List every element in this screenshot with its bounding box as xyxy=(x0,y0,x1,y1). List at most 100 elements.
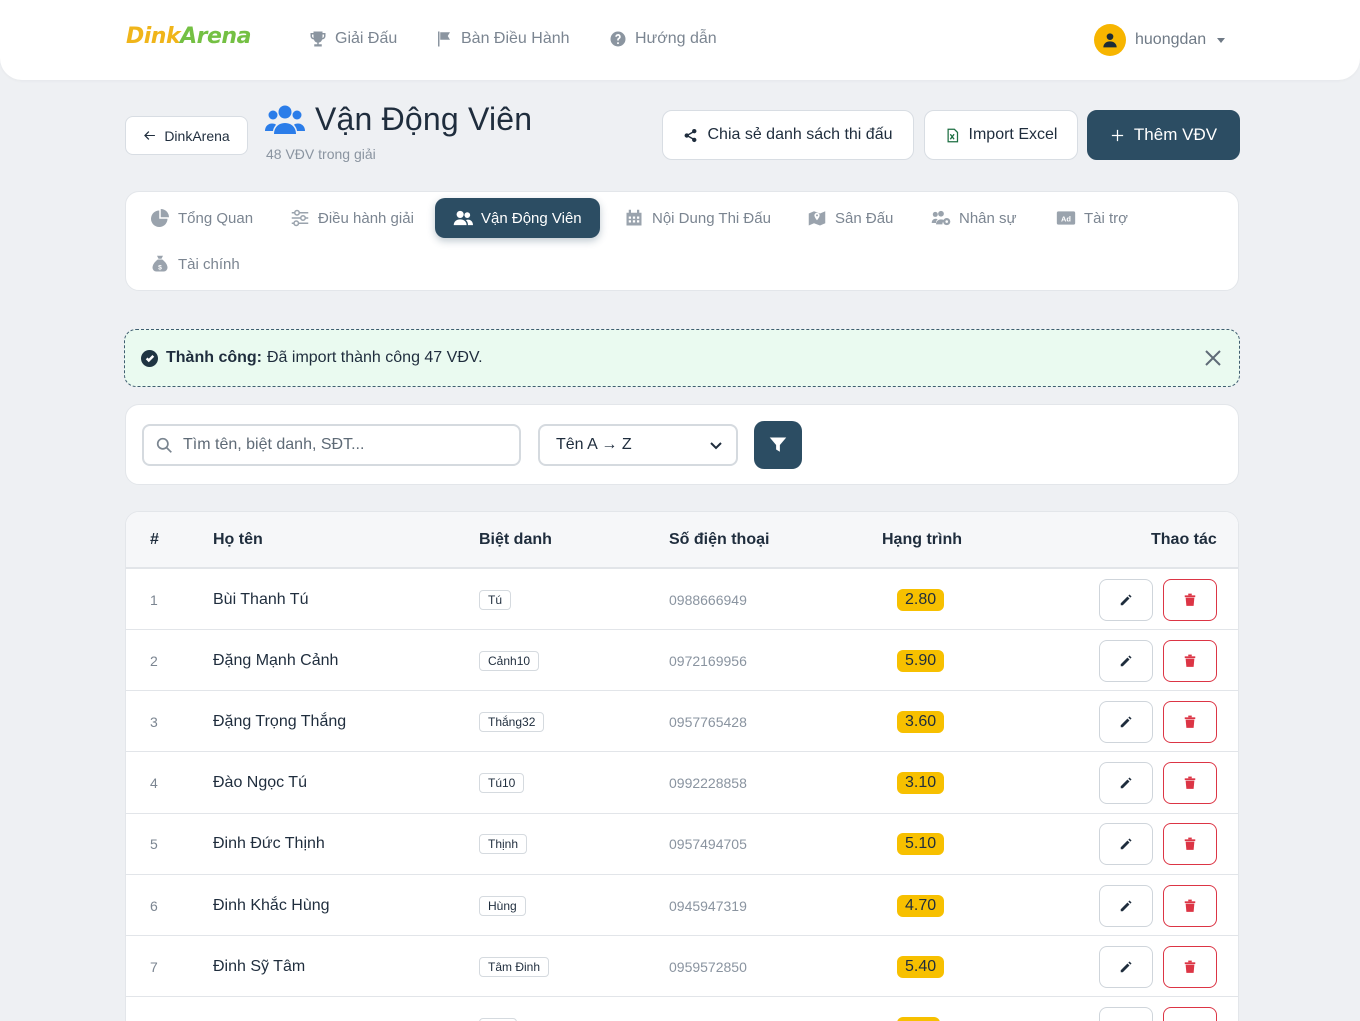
users-icon xyxy=(453,210,473,226)
rank-cell xyxy=(897,997,940,1021)
rank-badge xyxy=(897,1016,940,1021)
delete-button[interactable] xyxy=(1163,700,1217,743)
edit-button[interactable] xyxy=(1099,884,1153,927)
tab-dieu-hanh-giai[interactable]: Điều hành giải xyxy=(290,198,414,238)
row-index: 5 xyxy=(150,836,158,853)
row-actions xyxy=(1099,630,1217,691)
tab-san-dau[interactable]: Sân Đấu xyxy=(807,198,893,238)
tab-tai-chinh[interactable]: $ Tài chính xyxy=(150,244,240,284)
search-input[interactable] xyxy=(183,436,503,454)
nav-item-huong-dan[interactable]: Hướng dẫn xyxy=(609,30,717,48)
edit-button[interactable] xyxy=(1099,578,1153,621)
table-row: 2 Đặng Mạnh Cảnh Cảnh10 0972169956 5.90 xyxy=(126,630,1238,692)
row-actions xyxy=(1099,814,1217,875)
rank-cell: 5.10 xyxy=(897,814,945,875)
column-header-phone: Số điện thoại xyxy=(669,531,770,548)
nav-item-label: Bàn Điều Hành xyxy=(461,30,570,47)
rank-badge: 3.10 xyxy=(897,772,945,795)
caret-down-icon xyxy=(1217,37,1226,43)
filter-button[interactable] xyxy=(754,421,802,469)
sort-select[interactable]: Tên A → Z xyxy=(538,424,738,466)
pencil-icon xyxy=(1120,899,1132,911)
tab-label: Nhân sự xyxy=(959,209,1017,227)
rank-badge: 5.40 xyxy=(897,955,945,978)
rank-cell: 2.80 xyxy=(897,569,945,630)
row-index: 6 xyxy=(150,897,158,914)
rank-badge: 5.10 xyxy=(897,833,945,856)
plus-icon xyxy=(1111,129,1124,141)
edit-button[interactable] xyxy=(1099,639,1153,682)
add-athlete-label: Thêm VĐV xyxy=(1133,125,1218,144)
tab-van-dong-vien[interactable]: Vận Động Viên xyxy=(435,198,600,238)
back-button[interactable]: DinkArena xyxy=(125,116,248,155)
brand-logo[interactable]: DinkArena xyxy=(126,24,251,49)
pencil-icon xyxy=(1120,838,1132,850)
tab-label: Tổng Quan xyxy=(178,209,254,227)
pie-chart-icon xyxy=(151,209,169,227)
delete-button[interactable] xyxy=(1163,945,1217,988)
nav-item-label: Giải Đấu xyxy=(335,30,398,47)
delete-button[interactable] xyxy=(1163,884,1217,927)
nickname-badge: Thịnh xyxy=(479,834,528,855)
athlete-name: Đinh Đức Thịnh xyxy=(213,835,325,853)
delete-button[interactable] xyxy=(1163,578,1217,621)
column-header-rank: Hạng trình xyxy=(882,531,962,548)
rank-badge: 5.90 xyxy=(897,649,945,672)
nickname-cell: Tâm Đinh xyxy=(479,936,550,997)
column-header-index: # xyxy=(150,531,159,548)
table-header: # Họ tên Biệt danh Số điện thoại Hạng tr… xyxy=(126,512,1238,569)
rank-cell: 3.10 xyxy=(897,753,945,814)
nickname-cell: Tú10 xyxy=(479,753,525,814)
edit-button[interactable] xyxy=(1099,945,1153,988)
tab-nhan-su[interactable]: Nhân sự xyxy=(931,198,1017,238)
search-box xyxy=(142,424,521,466)
column-header-actions: Thao tác xyxy=(1151,531,1217,548)
edit-button[interactable] xyxy=(1099,700,1153,743)
nav-item-ban-dieu-hanh[interactable]: Bàn Điều Hành xyxy=(435,30,570,48)
delete-button[interactable] xyxy=(1163,1006,1217,1021)
row-index: 1 xyxy=(150,591,158,608)
phone-number: 0957494705 xyxy=(669,836,747,853)
import-excel-button[interactable]: Import Excel xyxy=(924,110,1078,160)
user-menu[interactable]: huongdan xyxy=(1094,24,1226,56)
arrow-left-icon xyxy=(144,131,156,140)
flag-icon xyxy=(438,31,450,47)
pencil-icon xyxy=(1120,593,1132,605)
nav-item-giai-dau[interactable]: Giải Đấu xyxy=(309,30,397,48)
delete-button[interactable] xyxy=(1163,639,1217,682)
close-alert-button[interactable] xyxy=(1203,348,1225,370)
tab-noi-dung-thi-dau[interactable]: Nội Dung Thi Đấu xyxy=(624,198,771,238)
nickname-cell: Hùng xyxy=(479,875,526,936)
delete-button[interactable] xyxy=(1163,762,1217,805)
tab-tai-tro[interactable]: Ad Tài trợ xyxy=(1056,198,1128,238)
nickname-badge: Cảnh10 xyxy=(479,650,540,671)
rank-badge: 2.80 xyxy=(897,588,945,611)
row-index: 7 xyxy=(150,958,158,975)
tab-label: Sân Đấu xyxy=(835,209,894,227)
add-athlete-button[interactable]: Thêm VĐV xyxy=(1087,110,1240,160)
share-list-button[interactable]: Chia sẻ danh sách thi đấu xyxy=(662,110,914,160)
table-row: 7 Đinh Sỹ Tâm Tâm Đinh 0959572850 5.40 xyxy=(126,936,1238,998)
tab-bar: Tổng Quan Điều hành giải Vận Động Viên N… xyxy=(125,191,1239,291)
edit-button[interactable] xyxy=(1099,1006,1153,1021)
tab-label: Nội Dung Thi Đấu xyxy=(652,209,771,227)
edit-button[interactable] xyxy=(1099,762,1153,805)
nickname-badge: Tú xyxy=(479,589,512,610)
row-actions xyxy=(1099,875,1217,936)
row-actions xyxy=(1099,936,1217,997)
users-cog-icon xyxy=(931,210,951,226)
phone-number: 0988666949 xyxy=(669,591,747,608)
delete-button[interactable] xyxy=(1163,823,1217,866)
filter-icon xyxy=(769,437,787,452)
phone-number: 0972169956 xyxy=(669,652,747,669)
trash-icon xyxy=(1184,715,1196,728)
tab-tong-quan[interactable]: Tổng Quan xyxy=(150,198,253,238)
edit-button[interactable] xyxy=(1099,823,1153,866)
check-circle-icon xyxy=(141,349,158,367)
calendar-icon xyxy=(626,209,642,226)
sort-select-value: Tên A → Z xyxy=(556,436,632,453)
excel-file-icon xyxy=(947,128,958,142)
sliders-icon xyxy=(291,209,309,227)
alert-title: Thành công: xyxy=(166,349,262,366)
ad-icon: Ad xyxy=(1056,211,1076,225)
